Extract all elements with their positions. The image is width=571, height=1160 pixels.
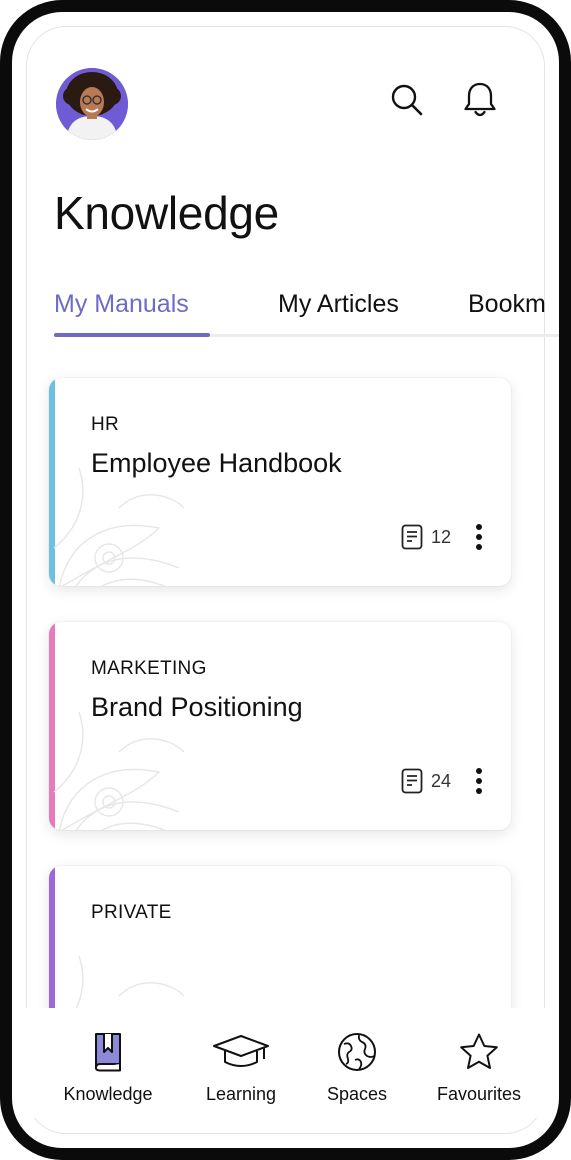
card-title: Brand Positioning <box>91 692 303 722</box>
device-frame: Knowledge My Manuals My Articles Bookm H… <box>0 0 571 1160</box>
nav-knowledge[interactable]: Knowledge <box>48 1030 168 1105</box>
manual-card[interactable]: MARKETING Brand Positioning 24 <box>49 622 511 830</box>
card-category: HR <box>91 414 120 435</box>
card-category: PRIVATE <box>91 902 172 923</box>
article-count-value: 24 <box>431 770 452 791</box>
notifications-button[interactable] <box>460 80 500 120</box>
bell-icon <box>464 82 496 117</box>
book-icon <box>95 1033 121 1072</box>
globe-icon <box>338 1033 376 1071</box>
tab-bar: My Manuals My Articles Bookm <box>12 282 559 340</box>
nav-favourites[interactable]: Favourites <box>419 1030 539 1105</box>
more-vertical-icon <box>476 768 482 794</box>
nav-learning[interactable]: Learning <box>181 1030 301 1105</box>
manual-card[interactable]: HR Employee Handbook 12 <box>49 378 511 586</box>
more-options-button[interactable] <box>469 522 489 552</box>
page-title: Knowledge <box>54 187 279 239</box>
star-icon <box>460 1033 498 1069</box>
tab-my-articles[interactable]: My Articles <box>278 290 399 319</box>
tab-my-manuals[interactable]: My Manuals <box>54 290 189 319</box>
article-count-value: 12 <box>431 526 452 547</box>
search-button[interactable] <box>387 80 427 120</box>
app-screen: Knowledge My Manuals My Articles Bookm H… <box>12 12 559 1148</box>
active-tab-indicator <box>54 333 210 337</box>
nav-label: Favourites <box>436 1084 522 1104</box>
tab-bookmarks[interactable]: Bookm <box>468 290 546 319</box>
bottom-navigation: Knowledge Learning Spaces Favourites <box>26 1008 545 1118</box>
card-title: Employee Handbook <box>91 448 342 478</box>
avatar[interactable] <box>56 68 128 140</box>
more-vertical-icon <box>476 524 482 550</box>
article-count: 24 <box>401 768 451 794</box>
document-icon <box>401 768 423 794</box>
nav-label: Learning <box>205 1084 277 1104</box>
article-count: 12 <box>401 524 451 550</box>
search-icon <box>391 84 423 116</box>
user-avatar-icon <box>56 68 128 140</box>
more-options-button[interactable] <box>469 766 489 796</box>
document-icon <box>401 524 423 550</box>
card-category: MARKETING <box>91 658 207 679</box>
nav-label: Spaces <box>326 1084 388 1104</box>
graduation-cap-icon <box>213 1035 269 1067</box>
nav-label: Knowledge <box>63 1084 153 1104</box>
nav-spaces[interactable]: Spaces <box>297 1030 417 1105</box>
